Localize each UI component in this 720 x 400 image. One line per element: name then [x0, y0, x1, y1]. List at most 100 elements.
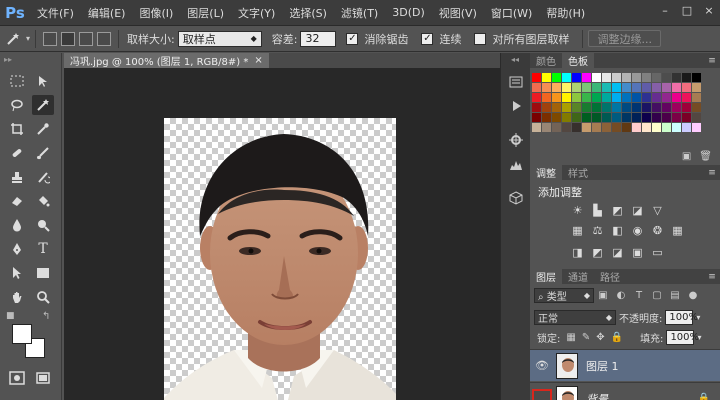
filter-smart-icon[interactable]: ▤ — [668, 289, 682, 301]
swap-arrow-icon[interactable]: ↰ — [42, 311, 50, 322]
add-selection-icon[interactable] — [61, 31, 76, 46]
color-swatch[interactable] — [592, 103, 601, 112]
color-swatch[interactable] — [612, 123, 621, 132]
visibility-toggle-empty[interactable] — [532, 388, 552, 400]
eye-icon[interactable]: 👁 — [532, 356, 552, 376]
color-swatch[interactable] — [622, 123, 631, 132]
color-swatch[interactable] — [542, 83, 551, 92]
layer-row[interactable]: 👁 图层 1 — [530, 349, 720, 381]
color-swatch[interactable] — [652, 103, 661, 112]
panel-menu-icon[interactable]: ≡ — [704, 53, 720, 68]
quick-mask-icon[interactable] — [6, 368, 28, 388]
color-swatch[interactable] — [602, 103, 611, 112]
refine-edge-button[interactable]: 调整边缘... — [588, 30, 661, 47]
black-white-icon[interactable]: ◧ — [610, 223, 625, 237]
levels-icon[interactable]: ▙ — [590, 203, 605, 217]
color-swatch[interactable] — [562, 73, 571, 82]
sample-all-option[interactable]: 对所有图层取样 — [474, 31, 572, 47]
color-swatch[interactable] — [582, 83, 591, 92]
color-swatch[interactable] — [612, 83, 621, 92]
color-swatch[interactable] — [572, 83, 581, 92]
color-swatch[interactable] — [552, 103, 561, 112]
color-swatch[interactable] — [642, 83, 651, 92]
color-swatch[interactable] — [692, 103, 701, 112]
minimize-button[interactable]: – — [654, 0, 676, 20]
color-swatch[interactable] — [552, 123, 561, 132]
intersect-selection-icon[interactable] — [97, 31, 112, 46]
color-swatch[interactable] — [642, 123, 651, 132]
histogram-panel-icon[interactable] — [506, 155, 526, 173]
channel-mixer-icon[interactable]: ❂ — [650, 223, 665, 237]
color-swatch[interactable] — [682, 123, 691, 132]
color-swatch[interactable] — [652, 113, 661, 122]
tab-channels[interactable]: 通道 — [562, 269, 594, 284]
blend-mode-select[interactable]: 正常 ◆ — [534, 309, 616, 325]
color-swatch[interactable] — [682, 73, 691, 82]
color-swatch[interactable] — [672, 83, 681, 92]
color-swatch[interactable] — [602, 73, 611, 82]
exposure-icon[interactable]: ◪ — [630, 203, 645, 217]
color-swatch[interactable] — [632, 73, 641, 82]
lock-all-icon[interactable]: 🔒 — [611, 332, 623, 343]
zoom-tool-icon[interactable] — [32, 287, 54, 307]
delete-swatch-icon[interactable]: 🗑 — [699, 151, 712, 162]
color-swatch[interactable] — [562, 83, 571, 92]
color-swatch[interactable] — [672, 103, 681, 112]
color-swatch[interactable] — [632, 93, 641, 102]
color-swatch[interactable] — [672, 123, 681, 132]
filter-shape-icon[interactable]: ▢ — [650, 289, 664, 301]
menu-select[interactable]: 选择(S) — [282, 5, 334, 21]
panel-menu-icon[interactable]: ≡ — [704, 165, 720, 180]
antialias-checkbox[interactable]: ✓ — [346, 32, 359, 45]
color-swatch[interactable] — [582, 123, 591, 132]
color-swatch[interactable] — [692, 93, 701, 102]
color-swatch[interactable] — [632, 83, 641, 92]
color-swatch[interactable] — [622, 83, 631, 92]
3d-panel-icon[interactable] — [506, 189, 526, 207]
contiguous-checkbox[interactable]: ✓ — [421, 32, 434, 45]
lasso-tool-icon[interactable] — [6, 95, 28, 115]
actions-panel-icon[interactable] — [506, 97, 526, 115]
color-swatch[interactable] — [542, 113, 551, 122]
path-selection-tool-icon[interactable] — [6, 263, 28, 283]
opacity-input[interactable]: 100% — [665, 309, 698, 325]
color-balance-icon[interactable]: ⚖ — [590, 223, 605, 237]
color-swatch[interactable] — [642, 103, 651, 112]
gradient-map-icon[interactable]: ▭ — [650, 245, 665, 259]
color-swatch[interactable] — [662, 123, 671, 132]
selective-color-icon[interactable]: ▣ — [630, 245, 645, 259]
menu-image[interactable]: 图像(I) — [132, 5, 180, 21]
color-swatch[interactable] — [632, 103, 641, 112]
color-swatch[interactable] — [552, 73, 561, 82]
color-swatch[interactable] — [532, 73, 541, 82]
rectangle-tool-icon[interactable] — [32, 263, 54, 283]
blur-tool-icon[interactable] — [6, 215, 28, 235]
color-swatch[interactable] — [542, 73, 551, 82]
color-swatch[interactable] — [542, 103, 551, 112]
tab-styles[interactable]: 样式 — [562, 165, 594, 180]
antialias-option[interactable]: ✓ 消除锯齿 — [346, 31, 411, 47]
opacity-dropdown-icon[interactable]: ▾ — [696, 313, 700, 322]
tab-color[interactable]: 颜色 — [530, 53, 562, 68]
filter-type-icon[interactable]: T — [632, 289, 646, 301]
color-swatch[interactable] — [552, 93, 561, 102]
paint-bucket-tool-icon[interactable] — [32, 191, 54, 211]
properties-panel-icon[interactable] — [506, 131, 526, 149]
color-swatch[interactable] — [642, 113, 651, 122]
swap-colors-icon[interactable]: ■ — [6, 311, 15, 321]
restore-button[interactable]: □ — [676, 0, 698, 20]
color-swatch[interactable] — [562, 123, 571, 132]
menu-view[interactable]: 视图(V) — [432, 5, 484, 21]
color-swatch[interactable] — [622, 113, 631, 122]
color-swatch[interactable] — [662, 103, 671, 112]
color-swatch[interactable] — [682, 103, 691, 112]
menu-file[interactable]: 文件(F) — [30, 5, 81, 21]
tool-preset-arrow-icon[interactable]: ▾ — [26, 34, 30, 43]
color-swatch[interactable] — [572, 123, 581, 132]
color-swatch[interactable] — [532, 93, 541, 102]
color-swatch[interactable] — [572, 113, 581, 122]
color-swatch[interactable] — [652, 73, 661, 82]
color-swatch[interactable] — [642, 93, 651, 102]
new-swatch-icon[interactable]: ▣ — [682, 151, 691, 162]
color-swatch[interactable] — [612, 113, 621, 122]
